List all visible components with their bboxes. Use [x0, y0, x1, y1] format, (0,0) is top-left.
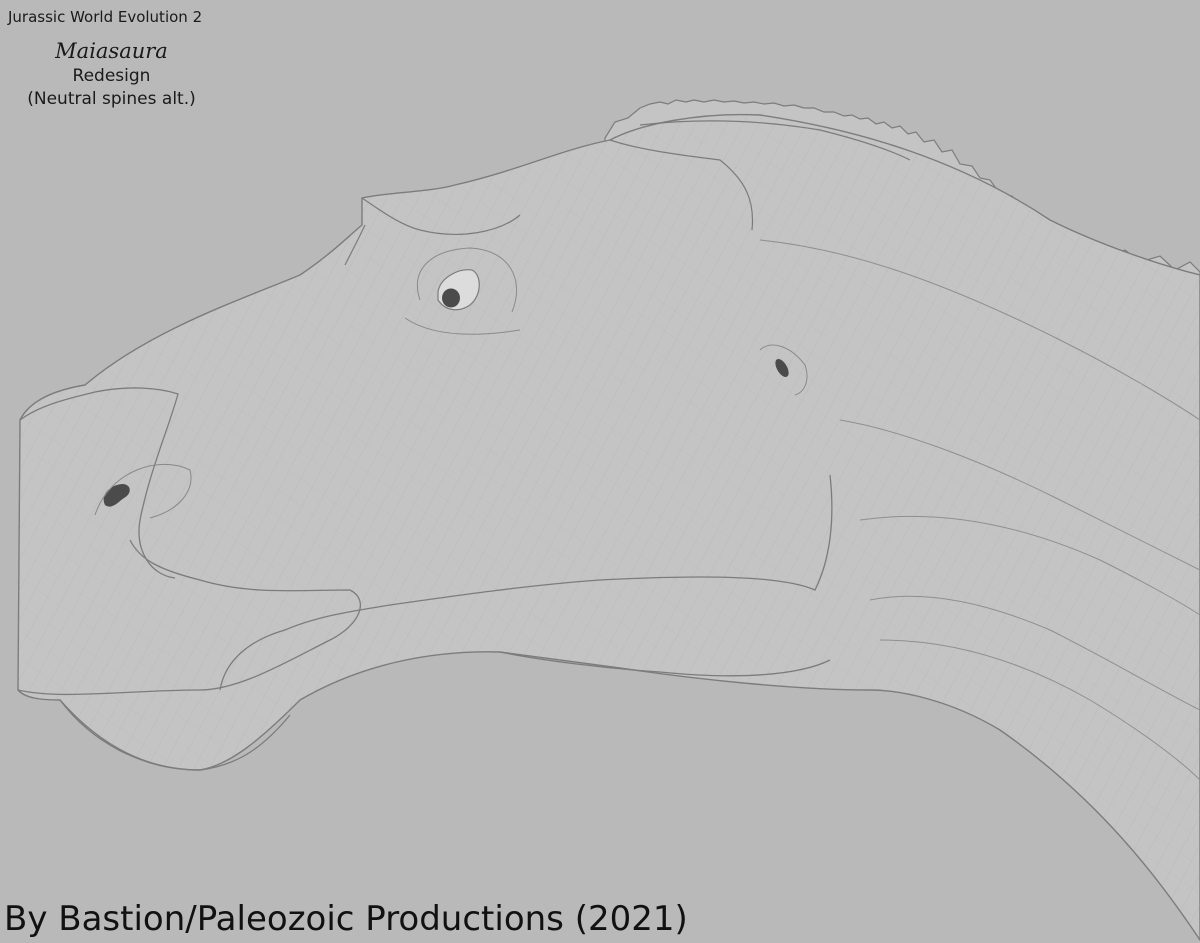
header-block: Jurassic World Evolution 2 Maiasaura Red… — [8, 6, 223, 111]
artwork-canvas: Jurassic World Evolution 2 Maiasaura Red… — [0, 0, 1200, 943]
head-body — [17, 113, 1200, 942]
subtitle-redesign: Redesign — [72, 66, 151, 86]
species-name: Maiasaura — [55, 39, 168, 63]
maiasaura-head-illustration — [17, 99, 1200, 942]
game-title: Jurassic World Evolution 2 — [8, 8, 203, 26]
artist-credit: By Bastion/Paleozoic Productions (2021) — [4, 899, 688, 939]
subtitle-variant: (Neutral spines alt.) — [27, 89, 196, 109]
